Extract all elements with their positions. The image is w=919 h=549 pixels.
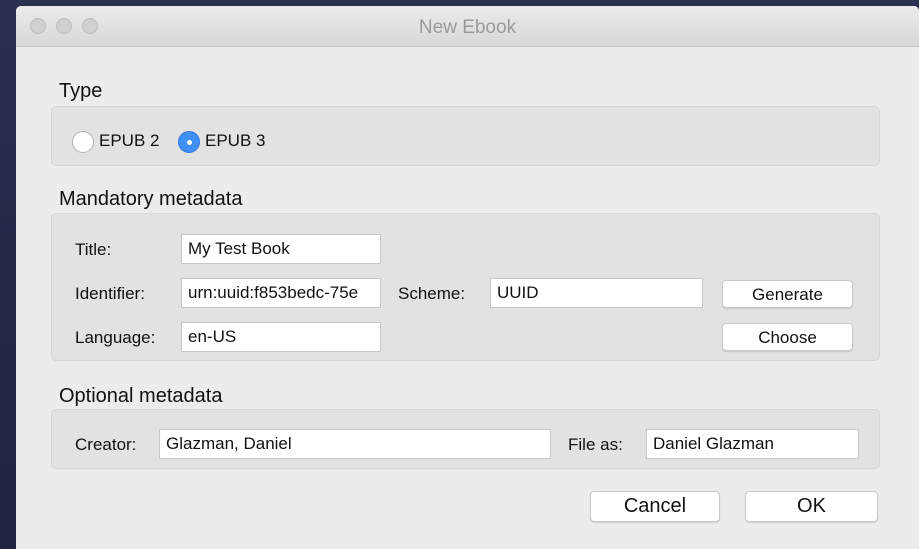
mandatory-section-title: Mandatory metadata [59,188,243,210]
generate-button[interactable]: Generate [722,280,853,308]
language-label: Language: [75,328,156,347]
epub2-radio[interactable] [72,131,94,153]
type-group: EPUB 2 EPUB 3 [51,106,880,166]
window-title: New Ebook [418,17,517,38]
title-bar[interactable]: New Ebook [16,6,919,47]
file-as-label: File as: [568,435,623,454]
creator-field[interactable]: Glazman, Daniel [159,429,551,459]
epub3-radio[interactable] [178,131,200,153]
optional-section-title: Optional metadata [59,385,223,407]
scheme-label: Scheme: [398,284,466,303]
epub3-label[interactable]: EPUB 3 [205,131,265,151]
epub2-label[interactable]: EPUB 2 [99,131,159,151]
identifier-field[interactable]: urn:uuid:f853bedc-75e [181,278,381,308]
ok-button[interactable]: OK [745,491,878,522]
choose-button[interactable]: Choose [722,323,853,351]
file-as-field[interactable]: Daniel Glazman [646,429,859,459]
new-ebook-dialog: New Ebook Type EPUB 2 EPUB 3 Mandatory m… [16,6,919,549]
mandatory-group: Title: My Test Book Identifier: urn:uuid… [51,213,880,361]
identifier-label: Identifier: [75,284,145,303]
title-label: Title: [75,240,112,259]
creator-label: Creator: [75,435,137,454]
language-field[interactable]: en-US [181,322,381,352]
scheme-field[interactable]: UUID [490,278,703,308]
cancel-button[interactable]: Cancel [590,491,720,522]
type-section-title: Type [59,80,103,102]
title-field[interactable]: My Test Book [181,234,381,264]
optional-group: Creator: Glazman, Daniel File as: Daniel… [51,409,880,469]
